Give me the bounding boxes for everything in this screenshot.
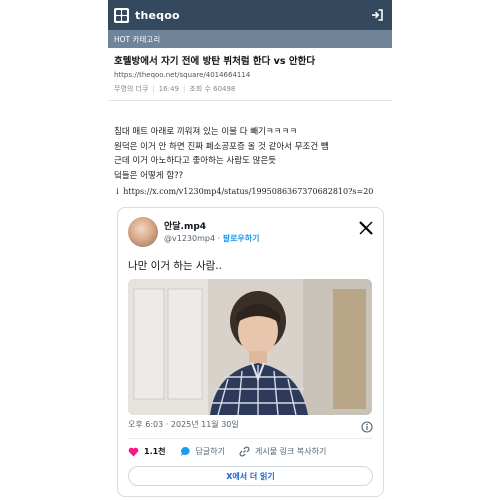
tweet-handle[interactable]: @v1230mp4 <box>164 234 215 243</box>
avatar[interactable] <box>128 217 158 247</box>
post-body-line: 덬들은 어떻게 함?? <box>114 170 184 181</box>
post-body: 침대 매트 아래로 끼워져 있는 이불 다 빼기ㅋㅋㅋㅋ 원덕은 이거 안 하면… <box>108 125 392 183</box>
copy-link-button[interactable]: 게시물 링크 복사하기 <box>239 446 326 457</box>
link-icon <box>239 446 250 457</box>
meta-separator: | <box>152 85 155 93</box>
post-author: 무명의 더쿠 <box>114 85 149 93</box>
top-bar: theqoo <box>108 0 392 30</box>
post-body-line: 원덕은 이거 안 하면 진짜 폐소공포증 올 것 같아서 무조건 뺌 <box>114 141 329 152</box>
header-divider <box>108 100 392 101</box>
tweet-header: 안달.mp4 @v1230mp4 · 팔로우하기 <box>118 208 383 256</box>
tweet-media-photo[interactable] <box>128 279 372 415</box>
post-meta: 무명의 더쿠 | 16:49 | 조회 수 60498 <box>114 84 386 94</box>
site-name[interactable]: theqoo <box>135 9 180 22</box>
post-body-line: 근데 이거 아노하다고 좋아하는 사람도 많은듯 <box>114 156 277 166</box>
post-body-line: 침대 매트 아래로 끼워져 있는 이불 다 빼기ㅋㅋㅋㅋ <box>114 127 298 137</box>
meta-separator: | <box>182 85 186 93</box>
post-header: 호텔방에서 자기 전에 방탄 뷔처럼 한다 vs 안한다 https://the… <box>108 48 392 94</box>
reply-button[interactable]: 답글하기 <box>180 446 225 457</box>
theqoo-logo-icon[interactable] <box>114 7 129 23</box>
like-button[interactable]: 1.1천 <box>128 446 166 457</box>
tweet-handle-line: @v1230mp4 · 팔로우하기 <box>164 233 260 244</box>
post-url[interactable]: https://theqoo.net/square/4014664114 <box>114 71 386 79</box>
read-more-on-x-button[interactable]: X에서 더 읽기 <box>128 466 373 486</box>
tweet-display-name[interactable]: 안달.mp4 <box>164 219 206 232</box>
info-icon[interactable] <box>361 418 373 433</box>
reply-label: 답글하기 <box>195 447 225 456</box>
post-time: 16:49 <box>158 85 179 93</box>
login-icon[interactable] <box>370 8 384 22</box>
copy-link-label: 게시물 링크 복사하기 <box>255 447 327 456</box>
handle-separator: · <box>217 234 221 243</box>
heart-icon <box>128 447 139 456</box>
post-views: 조회 수 60498 <box>189 85 236 93</box>
tweet-divider <box>128 438 373 439</box>
tweet-timestamp[interactable]: 오후 6:03 · 2025년 11월 30일 <box>128 419 239 430</box>
tweet-text: 나만 이거 하는 사람.. <box>128 260 222 272</box>
follow-button[interactable]: 팔로우하기 <box>223 234 260 243</box>
like-count: 1.1천 <box>144 447 166 456</box>
tweet-actions: 1.1천 답글하기 게시물 링크 복사하기 <box>128 446 373 457</box>
reply-bubble-icon <box>180 447 190 456</box>
category-bar[interactable]: HOT 카테고리 <box>108 30 392 48</box>
x-logo-icon[interactable] <box>359 220 373 235</box>
page-frame: theqoo HOT 카테고리 호텔방에서 자기 전에 방탄 뷔처럼 한다 vs… <box>108 0 392 500</box>
tweet-source-link[interactable]: ↓ https://x.com/v1230mp4/status/19950863… <box>108 187 392 196</box>
category-label: HOT 카테고리 <box>114 34 161 44</box>
post-title: 호텔방에서 자기 전에 방탄 뷔처럼 한다 vs 안한다 <box>114 56 316 67</box>
embedded-tweet[interactable]: 안달.mp4 @v1230mp4 · 팔로우하기 나만 이거 하는 사람.. 오… <box>117 207 384 497</box>
